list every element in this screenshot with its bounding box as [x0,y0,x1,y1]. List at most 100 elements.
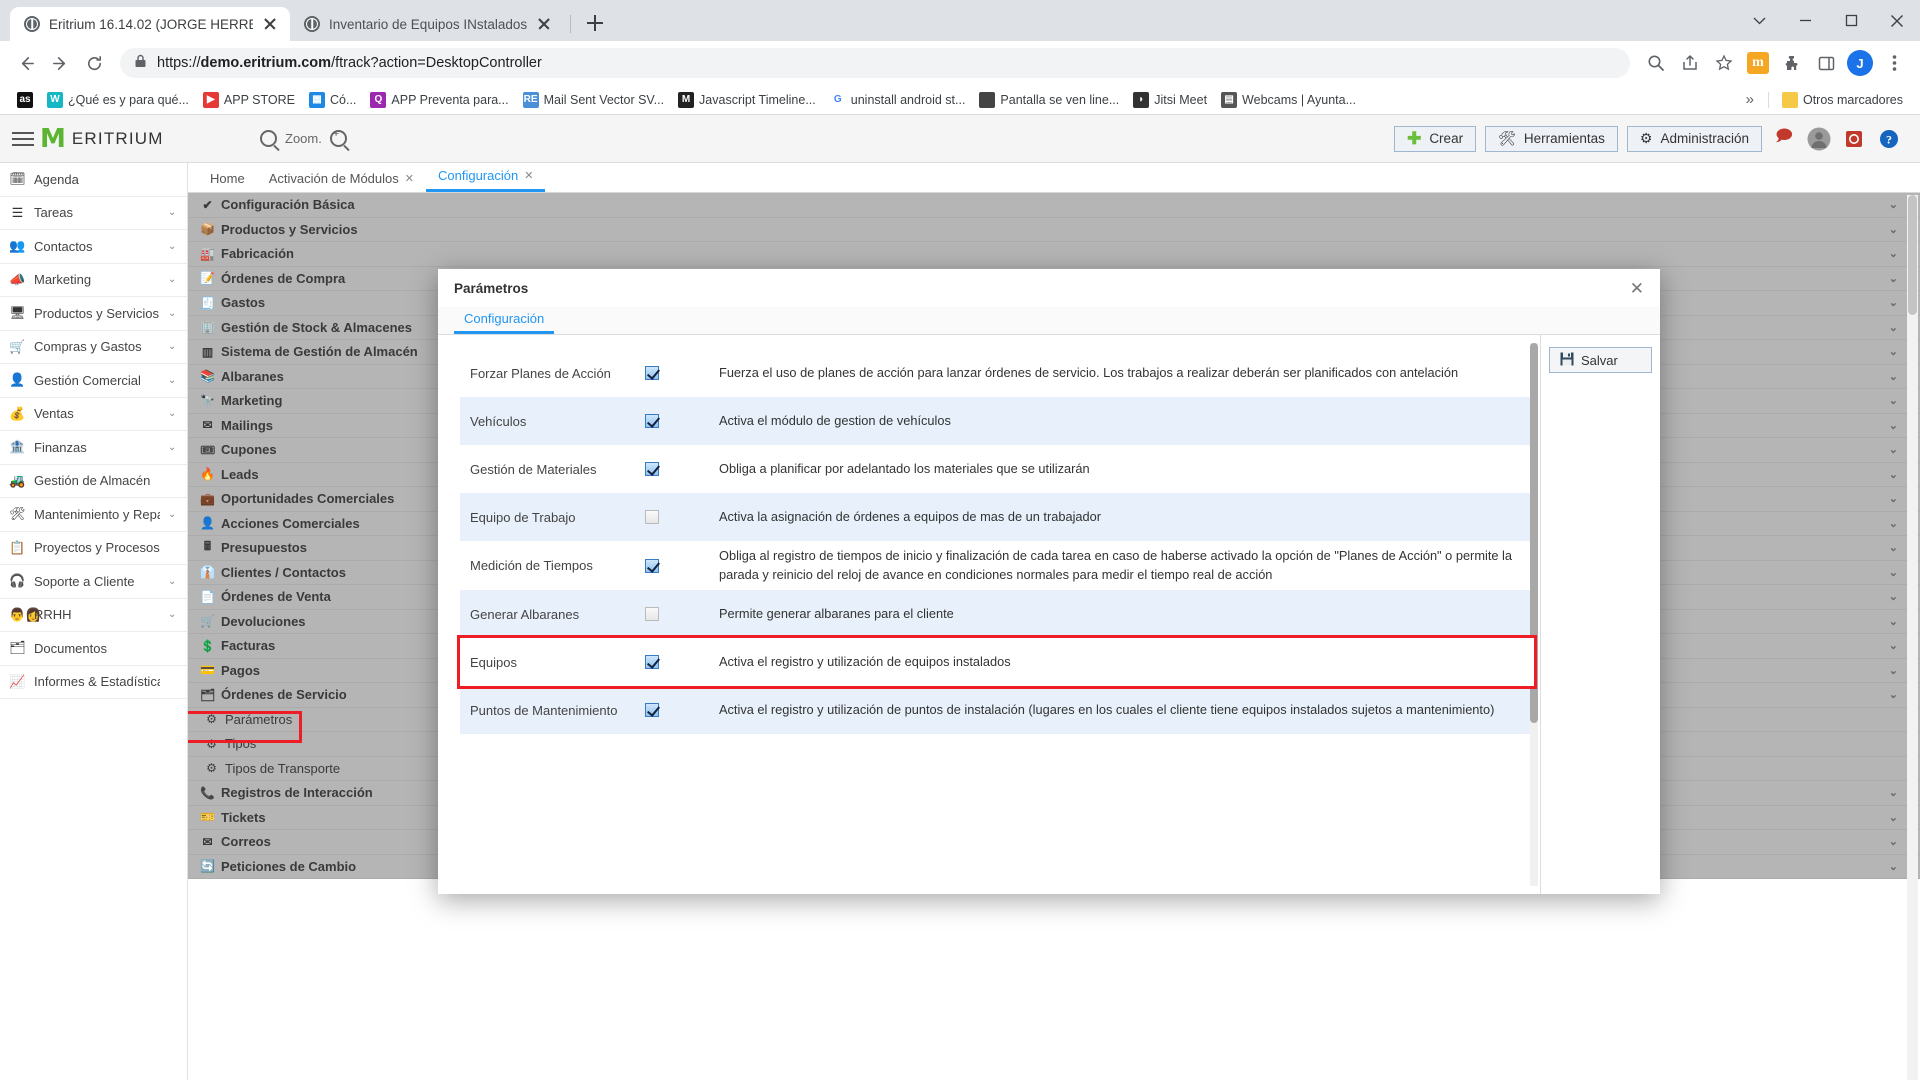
config-item-fabricación[interactable]: 🏭 Fabricación ⌄ [188,242,1920,267]
sidebar-item-rrhh[interactable]: 👨‍👩 RRHH ⌄ [0,599,187,632]
sidebar-item-soporte-a-cliente[interactable]: 🎧 Soporte a Cliente ⌄ [0,565,187,599]
create-button[interactable]: ✚ Crear [1394,125,1477,152]
chevron-down-icon[interactable]: ⌄ [1889,223,1898,236]
bookmark-item[interactable]: RE Mail Sent Vector SV... [516,89,671,111]
sidebar-item-compras-y-gastos[interactable]: 🛒 Compras y Gastos ⌄ [0,331,187,364]
sidebar-item-agenda[interactable]: 🗓 Agenda [0,163,187,197]
user-avatar-icon[interactable] [1806,126,1832,152]
close-dialog-icon[interactable]: ✕ [1630,280,1644,297]
chevron-down-icon[interactable]: ⌄ [168,442,178,453]
sidebar-item-mantenimiento-y-reparaci-n[interactable]: 🛠 Mantenimiento y Reparación ⌄ [0,498,187,532]
sidepanel-icon[interactable] [1810,47,1842,79]
bookmark-item[interactable]: ◗ Jitsi Meet [1126,89,1214,111]
sidebar-item-productos-y-servicios[interactable]: 🖥 Productos y Servicios ⌄ [0,297,187,331]
chevron-down-icon[interactable]: ⌄ [1889,321,1898,334]
chevron-down-icon[interactable]: ⌄ [1889,370,1898,383]
back-icon[interactable] [10,47,42,79]
chevron-down-icon[interactable]: ⌄ [1889,468,1898,481]
zoom-in-icon[interactable] [329,128,347,147]
sidebar-item-informes-estad-sticas[interactable]: 📈 Informes & Estadísticas [0,666,187,699]
checkbox-puntos-de-mantenimiento[interactable] [645,703,659,718]
checkbox-generar-albaranes[interactable] [645,607,659,622]
sidebar-item-marketing[interactable]: 📣 Marketing ⌄ [0,264,187,297]
extensions-puzzle-icon[interactable] [1776,47,1808,79]
notifications-icon[interactable] [1841,126,1867,152]
browser-tab-2[interactable]: Inventario de Equipos INstalados [290,7,565,41]
bookmark-star-icon[interactable] [1708,47,1740,79]
checkbox-vehículos[interactable] [645,414,659,428]
forward-icon[interactable] [44,47,76,79]
module-tab-home[interactable]: Home [198,167,257,192]
chevron-down-icon[interactable]: ⌄ [168,308,178,319]
chevron-down-icon[interactable]: ⌄ [1889,443,1898,456]
module-tab-activaci-n-de-m-dulos[interactable]: Activación de Módulos ✕ [257,167,426,192]
chevron-down-icon[interactable]: ⌄ [1889,272,1898,285]
bookmark-item[interactable]: Guninstall android st... [823,89,973,111]
config-item-configuración-básica[interactable]: ✔ Configuración Básica ⌄ [188,193,1920,218]
close-tab-icon[interactable] [262,16,278,32]
maximize-icon[interactable] [1828,0,1874,41]
sidebar-item-tareas[interactable]: ☰ Tareas ⌄ [0,197,187,230]
sidebar-item-proyectos-y-procesos[interactable]: 📋 Proyectos y Procesos [0,532,187,565]
tab-configuracion[interactable]: Configuración [454,309,555,334]
chevron-down-icon[interactable]: ⌄ [1889,247,1898,260]
chevron-down-icon[interactable]: ⌄ [1889,345,1898,358]
chrome-menu-caret-icon[interactable] [1736,0,1782,41]
bookmark-item[interactable]: W ¿Qué es y para qué... [40,89,196,111]
params-scrollbar[interactable] [1530,343,1538,886]
chevron-down-icon[interactable]: ⌄ [1889,664,1898,677]
checkbox-forzar-planes-de-acción[interactable] [645,366,659,380]
config-item-productos-y-servicios[interactable]: 📦 Productos y Servicios ⌄ [188,218,1920,242]
chevron-down-icon[interactable]: ⌄ [168,375,178,386]
chevron-down-icon[interactable]: ⌄ [1889,811,1898,824]
zoom-out-icon[interactable] [260,130,277,147]
share-icon[interactable] [1674,47,1706,79]
sidebar-item-finanzas[interactable]: 🏦 Finanzas ⌄ [0,431,187,465]
page-scrollbar[interactable] [1907,195,1918,1080]
chevron-down-icon[interactable]: ⌄ [1889,517,1898,530]
close-tab-icon[interactable] [536,16,552,32]
chevron-down-icon[interactable]: ⌄ [1889,615,1898,628]
bookmark-item[interactable]: ▦ Có... [302,89,363,111]
sidebar-item-gesti-n-comercial[interactable]: 👤 Gestión Comercial ⌄ [0,364,187,398]
minimize-icon[interactable] [1782,0,1828,41]
chevron-down-icon[interactable]: ⌄ [1889,639,1898,652]
chevron-down-icon[interactable]: ⌄ [168,408,178,419]
chevron-down-icon[interactable]: ⌄ [168,609,178,620]
chevron-down-icon[interactable]: ⌄ [1889,296,1898,309]
bookmarks-overflow-icon[interactable]: » [1738,88,1762,111]
sidebar-item-contactos[interactable]: 👥 Contactos ⌄ [0,230,187,264]
checkbox-equipo-de-trabajo[interactable] [645,510,659,524]
checkbox-gestión-de-materiales[interactable] [645,462,659,476]
page-scrollbar-thumb[interactable] [1908,195,1917,315]
chevron-down-icon[interactable]: ⌄ [168,241,178,252]
new-tab-icon[interactable] [581,9,609,37]
bookmark-item[interactable]: ▶ APP STORE [196,89,302,111]
chevron-down-icon[interactable]: ⌄ [1889,835,1898,848]
chevron-down-icon[interactable]: ⌄ [1889,688,1898,701]
chevron-down-icon[interactable]: ⌄ [1889,786,1898,799]
chevron-down-icon[interactable]: ⌄ [168,341,178,352]
bookmark-item[interactable]: as [10,89,40,111]
checkbox-medición-de-tiempos[interactable] [645,558,659,573]
bookmark-item[interactable]: ▤ Webcams | Ayunta... [1214,89,1363,111]
extension-m-icon[interactable]: m [1742,47,1774,79]
bookmark-item[interactable]: Pantalla se ven line... [972,89,1126,111]
bookmark-item[interactable]: Q APP Preventa para... [363,89,515,111]
chevron-down-icon[interactable]: ⌄ [168,207,178,218]
chevron-down-icon[interactable]: ⌄ [1889,860,1898,873]
sidebar-item-ventas[interactable]: 💰 Ventas ⌄ [0,398,187,431]
zoom-control[interactable]: Zoom. [260,128,347,147]
help-icon[interactable]: ? [1876,126,1902,152]
other-bookmarks-button[interactable]: Otros marcadores [1775,89,1910,111]
tools-button[interactable]: 🛠 Herramientas [1485,125,1618,152]
sidebar-item-gesti-n-de-almac-n[interactable]: 🚜 Gestión de Almacén [0,465,187,498]
browser-tab-1[interactable]: Eritrium 16.14.02 (JORGE HERRER [10,7,290,41]
chrome-menu-icon[interactable] [1878,47,1910,79]
chevron-down-icon[interactable]: ⌄ [1889,198,1898,211]
sidebar-item-documentos[interactable]: 🗂 Documentos [0,632,187,666]
chevron-down-icon[interactable]: ⌄ [1889,419,1898,432]
checkbox-equipos[interactable] [645,655,659,670]
administration-button[interactable]: ⚙ Administración [1626,125,1762,152]
address-bar[interactable]: https://demo.eritrium.com/ftrack?action=… [120,48,1630,78]
